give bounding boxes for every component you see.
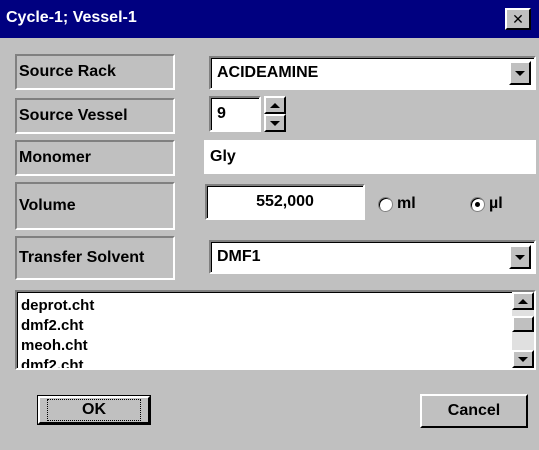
unit-radio-ul[interactable]: µl xyxy=(470,195,503,213)
scroll-up-icon xyxy=(518,298,528,304)
list-item[interactable]: meoh.cht xyxy=(21,336,94,356)
list-scrollbar[interactable] xyxy=(512,292,534,368)
monomer-label-text: Monomer xyxy=(19,149,91,166)
spin-up-icon xyxy=(270,102,280,108)
scroll-down-button[interactable] xyxy=(512,350,534,368)
ok-button-label: OK xyxy=(47,399,141,421)
spin-up-button[interactable] xyxy=(264,96,286,114)
title-bar[interactable]: Cycle-1; Vessel-1 ✕ xyxy=(0,0,539,38)
source-vessel-value: 9 xyxy=(217,105,226,122)
dialog-window: Cycle-1; Vessel-1 ✕ Source Rack ACIDEAMI… xyxy=(0,0,539,450)
scroll-down-icon xyxy=(518,356,528,362)
unit-ul-label: µl xyxy=(489,195,503,212)
source-rack-dropdown-button[interactable] xyxy=(509,61,531,85)
unit-radio-ml[interactable]: ml xyxy=(378,195,416,213)
volume-input[interactable]: 552,000 xyxy=(205,184,365,220)
source-vessel-label: Source Vessel xyxy=(15,98,175,134)
source-rack-select[interactable]: ACIDEAMINE xyxy=(209,56,536,90)
ok-button[interactable]: OK xyxy=(37,395,151,425)
list-item[interactable]: dmf2.cht xyxy=(21,316,94,336)
scroll-up-button[interactable] xyxy=(512,292,534,310)
dropdown-arrow-icon xyxy=(515,254,525,260)
window-title: Cycle-1; Vessel-1 xyxy=(6,9,137,26)
file-list-items: deprot.cht dmf2.cht meoh.cht dmf2.cht xyxy=(21,296,94,368)
close-button[interactable]: ✕ xyxy=(505,8,531,30)
transfer-solvent-label-text: Transfer Solvent xyxy=(19,249,145,266)
monomer-value-box: Gly xyxy=(204,140,536,174)
list-item[interactable]: dmf2.cht xyxy=(21,356,94,368)
list-item[interactable]: deprot.cht xyxy=(21,296,94,316)
source-vessel-label-text: Source Vessel xyxy=(19,107,128,124)
radio-ml-circle[interactable] xyxy=(378,196,393,212)
volume-value: 552,000 xyxy=(256,193,314,210)
transfer-solvent-select[interactable]: DMF1 xyxy=(209,240,536,274)
source-rack-value: ACIDEAMINE xyxy=(217,64,319,81)
volume-label: Volume xyxy=(15,182,175,230)
volume-label-text: Volume xyxy=(19,197,76,214)
dropdown-arrow-icon xyxy=(515,70,525,76)
transfer-solvent-dropdown-button[interactable] xyxy=(509,245,531,269)
monomer-value: Gly xyxy=(210,148,236,165)
source-vessel-input[interactable]: 9 xyxy=(209,96,261,132)
transfer-solvent-value: DMF1 xyxy=(217,248,261,265)
source-rack-label: Source Rack xyxy=(15,54,175,90)
source-rack-label-text: Source Rack xyxy=(19,63,116,80)
unit-ml-label: ml xyxy=(397,195,416,212)
close-icon: ✕ xyxy=(512,11,524,27)
spin-down-button[interactable] xyxy=(264,114,286,132)
cancel-button[interactable]: Cancel xyxy=(420,394,528,428)
scroll-thumb[interactable] xyxy=(512,316,534,332)
transfer-solvent-label: Transfer Solvent xyxy=(15,236,175,280)
monomer-label: Monomer xyxy=(15,140,175,176)
cancel-button-label: Cancel xyxy=(447,402,501,419)
spin-down-icon xyxy=(270,120,280,126)
radio-ul-circle[interactable] xyxy=(470,196,485,212)
file-listbox[interactable]: deprot.cht dmf2.cht meoh.cht dmf2.cht xyxy=(15,290,536,370)
source-vessel-spinner[interactable] xyxy=(264,96,286,132)
